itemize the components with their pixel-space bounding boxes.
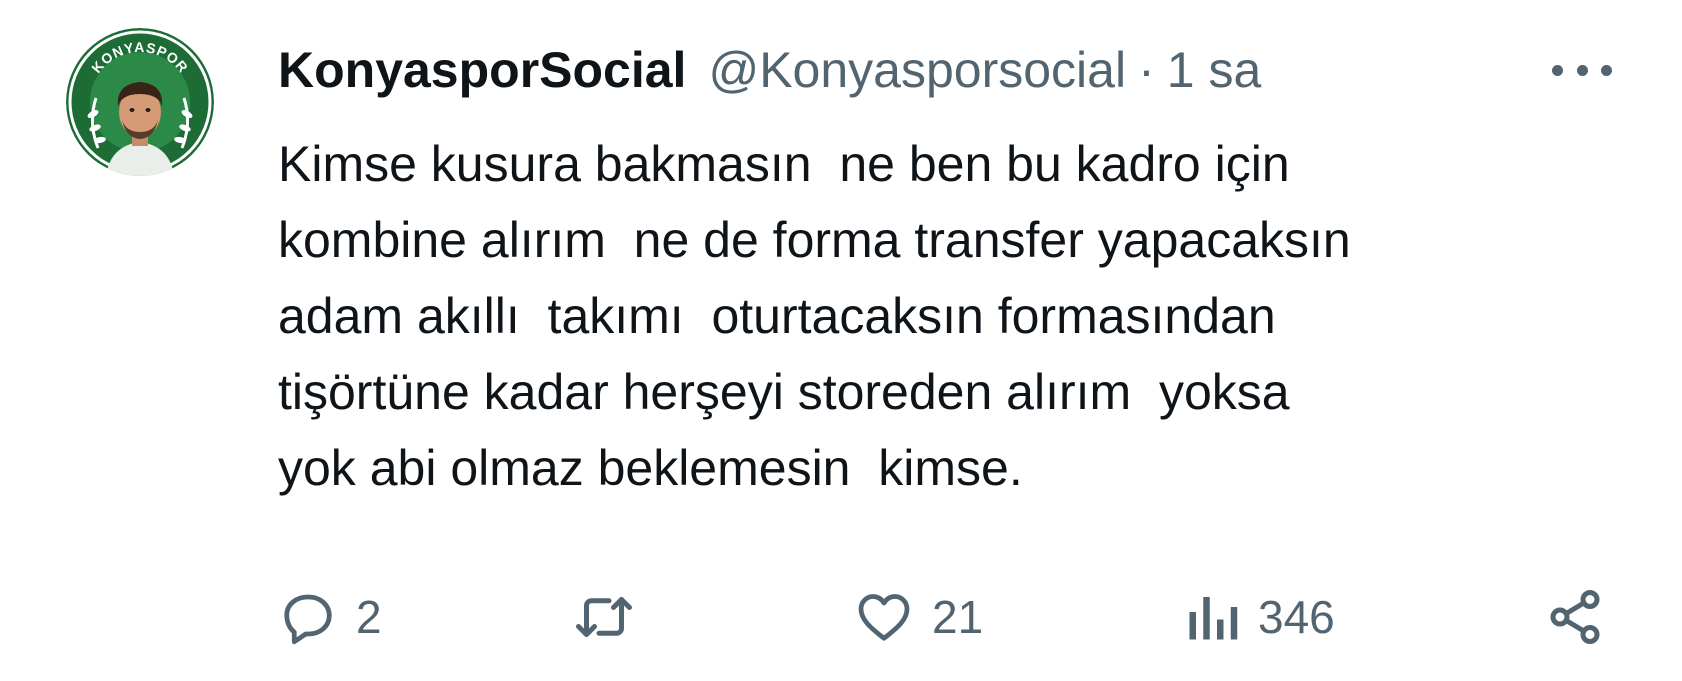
- share-button[interactable]: [1545, 580, 1605, 654]
- tweet-text-line: Kimse kusura bakmasın ne ben bu kadro iç…: [278, 136, 1290, 192]
- action-bar: 2 21 346: [0, 580, 1682, 654]
- like-count: 21: [932, 591, 984, 643]
- views-icon: [1189, 597, 1238, 640]
- tweet-text-line: tişörtüne kadar herşeyi storeden alırım …: [278, 364, 1290, 420]
- tweet-text-line: adam akıllı takımı oturtacaksın formasın…: [278, 288, 1276, 344]
- tweet: KONYASPOR KonyasporSocial @Konyasporsoci…: [0, 0, 1682, 681]
- more-dot: [1552, 64, 1563, 76]
- tweet-header: KonyasporSocial @Konyasporsocial · 1 sa: [278, 38, 1261, 102]
- like-button[interactable]: 21: [854, 580, 983, 654]
- user-handle[interactable]: @Konyasporsocial: [708, 38, 1126, 102]
- views-count: 346: [1258, 591, 1335, 643]
- more-dot: [1576, 64, 1588, 76]
- tweet-text-line: kombine alırım ne de forma transfer yapa…: [278, 212, 1351, 268]
- retweet-button[interactable]: [574, 580, 652, 654]
- separator-dot: ·: [1138, 42, 1155, 98]
- timestamp[interactable]: 1 sa: [1167, 38, 1262, 102]
- views-button[interactable]: 346: [1184, 580, 1335, 654]
- retweet-icon: [576, 597, 632, 637]
- heart-icon: [858, 594, 910, 641]
- reply-count: 2: [356, 591, 382, 643]
- reply-icon: [284, 594, 332, 645]
- more-dot: [1601, 64, 1612, 76]
- more-icon[interactable]: [1552, 56, 1612, 84]
- avatar[interactable]: KONYASPOR: [66, 28, 214, 176]
- tweet-text: Kimse kusura bakmasın ne ben bu kadro iç…: [278, 126, 1598, 506]
- tweet-text-line: yok abi olmaz beklemesin kimse.: [278, 440, 1023, 496]
- display-name[interactable]: KonyasporSocial: [278, 38, 686, 102]
- share-icon: [1550, 590, 1600, 645]
- reply-button[interactable]: 2: [278, 580, 382, 654]
